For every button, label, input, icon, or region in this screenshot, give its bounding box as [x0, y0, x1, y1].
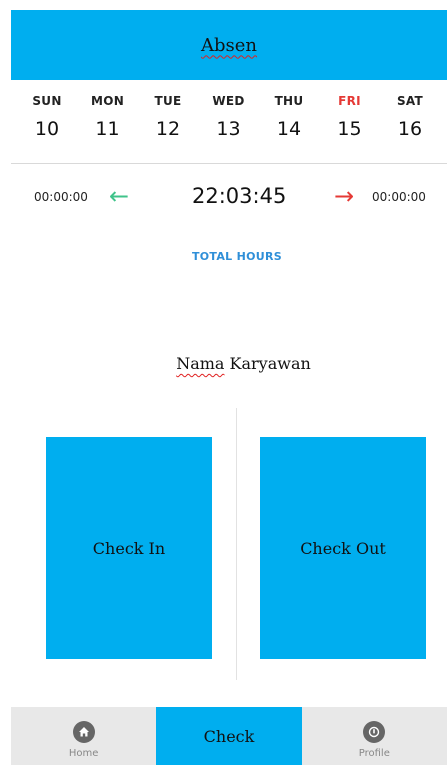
nav-home-label: Home [68, 748, 99, 759]
current-time: 22:03:45 [192, 184, 287, 208]
day-sat[interactable]: SAT 16 [385, 94, 435, 140]
day-number: 11 [95, 118, 120, 140]
day-name: MON [90, 94, 125, 108]
day-wed[interactable]: WED 13 [204, 94, 254, 140]
day-name-active: FRI [338, 94, 361, 108]
start-time: 00:00:00 [34, 190, 88, 204]
page-title: Absen [200, 34, 257, 56]
day-number: 10 [34, 118, 60, 140]
divider [11, 163, 447, 164]
week-calendar: SUN 10 MON 11 TUE 12 WED 13 THU 14 FRI 1… [22, 94, 447, 140]
day-name: SUN [32, 94, 62, 108]
day-number: 13 [216, 118, 241, 140]
arrow-right-icon: → [334, 182, 355, 210]
day-name: WED [212, 94, 245, 108]
day-mon[interactable]: MON 11 [83, 94, 133, 140]
arrow-left-icon: ← [109, 182, 130, 210]
employee-name-first: Nama [176, 354, 225, 373]
profile-icon [363, 721, 386, 743]
time-row: 00:00:00 ← 22:03:45 → 00:00:00 [0, 180, 447, 216]
total-hours-label: TOTAL HOURS [191, 250, 283, 263]
nav-profile-label: Profile [358, 748, 390, 759]
day-sun[interactable]: SUN 10 [22, 94, 72, 140]
day-name: TUE [154, 94, 182, 108]
nav-check-label: Check [203, 726, 255, 746]
end-time: 00:00:00 [372, 190, 426, 204]
nav-profile[interactable]: Profile [302, 707, 447, 765]
employee-name: Nama Karyawan [0, 354, 447, 373]
check-in-button[interactable]: Check In [46, 437, 212, 659]
nav-check[interactable]: Check [156, 707, 302, 765]
check-out-button[interactable]: Check Out [260, 437, 426, 659]
app-header: Absen [11, 10, 447, 80]
day-fri[interactable]: FRI 15 [325, 94, 375, 140]
day-number: 15 [337, 118, 362, 140]
day-name: SAT [396, 94, 424, 108]
nav-home[interactable]: Home [11, 707, 156, 765]
day-number: 12 [155, 118, 181, 140]
home-icon [72, 721, 95, 743]
day-number: 16 [397, 118, 423, 140]
day-name: THU [274, 94, 304, 108]
bottom-nav: Home Check Profile [11, 707, 447, 765]
vertical-divider [236, 408, 237, 680]
day-thu[interactable]: THU 14 [264, 94, 314, 140]
day-tue[interactable]: TUE 12 [143, 94, 193, 140]
employee-name-rest: Karyawan [224, 354, 311, 373]
day-number: 14 [276, 118, 302, 140]
